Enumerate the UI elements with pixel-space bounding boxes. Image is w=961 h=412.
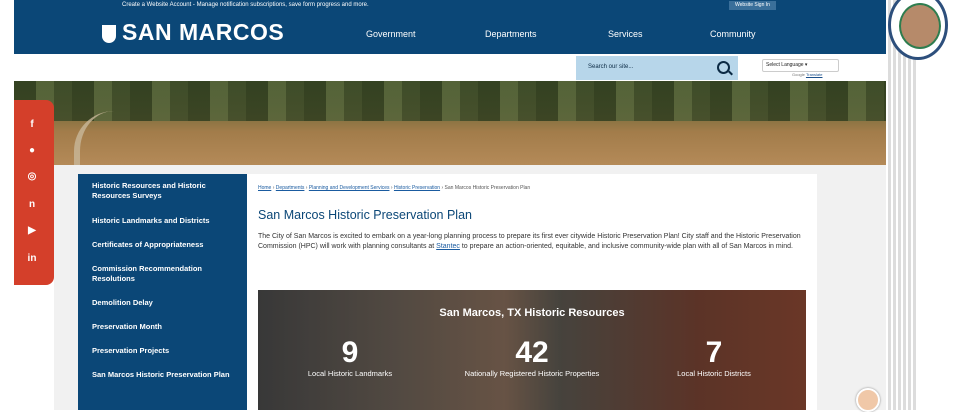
breadcrumb-historic-preservation[interactable]: Historic Preservation	[394, 185, 440, 191]
breadcrumb-planning[interactable]: Planning and Development Services	[309, 185, 390, 191]
sidebar-item-preservation-month[interactable]: Preservation Month	[92, 322, 232, 332]
sidebar-nav: Historic Resources and Historic Resource…	[78, 174, 247, 410]
breadcrumb: Home › Departments › Planning and Develo…	[258, 185, 531, 191]
search-placeholder: Search our site...	[588, 64, 634, 70]
stat-label: Nationally Registered Historic Propertie…	[464, 369, 600, 378]
breadcrumb-home[interactable]: Home	[258, 185, 271, 191]
sidebar-item-commission[interactable]: Commission Recommendation Resolutions	[92, 264, 232, 284]
page-edge	[886, 0, 961, 410]
sidebar-item-preservation-plan[interactable]: San Marcos Historic Preservation Plan	[92, 370, 232, 380]
nav-community[interactable]: Community	[710, 29, 756, 39]
stat-label: Local Historic Districts	[677, 369, 751, 378]
sidebar-item-demolition[interactable]: Demolition Delay	[92, 298, 232, 308]
search-row: Search our site... Select Language ▾ Goo…	[14, 54, 886, 81]
chat-assistant-icon[interactable]	[856, 388, 880, 412]
stat-value: 42	[515, 336, 549, 369]
nav-services[interactable]: Services	[608, 29, 643, 39]
google-translate-credit: Google Translate	[792, 72, 823, 77]
stantec-link[interactable]: Stantec	[436, 243, 460, 250]
nav-government[interactable]: Government	[366, 29, 416, 39]
hero-image	[14, 81, 886, 165]
nav-departments[interactable]: Departments	[485, 29, 537, 39]
site-logo[interactable]: SAN MARCOS	[102, 19, 284, 46]
youtube-icon[interactable]: ▶	[26, 225, 38, 237]
logo-text: SAN MARCOS	[122, 19, 285, 45]
main-header: SAN MARCOS Government Departments Servic…	[14, 11, 886, 54]
stat-districts: 7 Local Historic Districts	[644, 336, 784, 379]
twitter-icon[interactable]: ●	[26, 145, 38, 157]
sign-in-button[interactable]: Website Sign In	[729, 1, 776, 10]
account-message[interactable]: Create a Website Account - Manage notifi…	[122, 0, 369, 11]
stat-label: Local Historic Landmarks	[307, 369, 393, 378]
social-bar: f ● ◎ n ▶ in	[14, 100, 54, 285]
stat-value: 9	[341, 336, 359, 369]
top-account-bar: Create a Website Account - Manage notifi…	[14, 0, 886, 11]
search-input[interactable]: Search our site...	[576, 56, 738, 80]
intro-paragraph: The City of San Marcos is excited to emb…	[258, 233, 801, 250]
translate-link[interactable]: Translate	[806, 72, 823, 77]
page-title: San Marcos Historic Preservation Plan	[258, 208, 472, 222]
stat-landmarks: 9 Local Historic Landmarks	[280, 336, 420, 379]
breadcrumb-current: San Marcos Historic Preservation Plan	[444, 185, 531, 191]
facebook-icon[interactable]: f	[26, 119, 38, 131]
breadcrumb-departments[interactable]: Departments	[276, 185, 305, 191]
main-content: Home › Departments › Planning and Develo…	[247, 174, 817, 410]
banner-title: San Marcos, TX Historic Resources	[439, 307, 625, 319]
sidebar-item-certificates[interactable]: Certificates of Appropriateness	[92, 240, 232, 250]
linkedin-icon[interactable]: in	[26, 253, 38, 265]
stat-value: 7	[705, 336, 723, 369]
stat-national-properties: 42 Nationally Registered Historic Proper…	[462, 336, 602, 379]
language-label: Select Language	[766, 62, 804, 68]
instagram-icon[interactable]: ◎	[26, 171, 38, 183]
search-icon[interactable]	[717, 61, 730, 74]
sidebar-item-historic-resources[interactable]: Historic Resources and Historic Resource…	[92, 181, 232, 201]
historic-resources-banner: San Marcos, TX Historic Resources 9 Loca…	[258, 290, 806, 410]
language-select[interactable]: Select Language ▾	[762, 59, 839, 72]
sidebar-item-landmarks[interactable]: Historic Landmarks and Districts	[92, 216, 232, 226]
logo-shield-icon	[102, 24, 116, 43]
sidebar-item-preservation-projects[interactable]: Preservation Projects	[92, 346, 232, 356]
nextdoor-icon[interactable]: n	[26, 199, 38, 211]
